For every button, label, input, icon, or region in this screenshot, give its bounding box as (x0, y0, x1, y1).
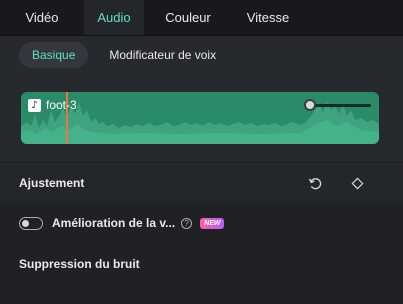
voice-enhancement-label: Amélioration de la v... (52, 216, 176, 230)
diamond-graphic (351, 177, 363, 189)
panel-footer (0, 286, 403, 304)
keyframe-diamond-icon[interactable] (347, 173, 367, 193)
volume-slider-track[interactable] (311, 104, 371, 107)
adjustment-actions (305, 173, 367, 193)
clip-name-label: foot-3 (46, 98, 77, 112)
new-badge: NEW (200, 217, 225, 229)
toggle-knob (22, 219, 29, 227)
help-circle-icon[interactable]: ? (181, 217, 193, 229)
tab-audio[interactable]: Audio (84, 0, 144, 35)
property-tabs: Vidéo Audio Couleur Vitesse (0, 0, 403, 36)
adjustment-row[interactable]: Ajustement (0, 163, 403, 203)
music-note-icon: ♪ (28, 98, 41, 112)
reset-icon-graphic (308, 177, 321, 189)
clip-title: ♪ foot-3 (28, 98, 77, 112)
voice-enhancement-row: Amélioration de la v... ? NEW (0, 205, 403, 241)
adjustment-label: Ajustement (19, 176, 85, 190)
noise-removal-row[interactable]: Suppression du bruit (0, 244, 403, 284)
subtab-basic[interactable]: Basique (19, 42, 89, 68)
audio-basic-panel: Basique Modificateur de voix ♪ foot-3 (0, 36, 403, 161)
subtab-voice-changer[interactable]: Modificateur de voix (96, 42, 229, 68)
audio-subtabs: Basique Modificateur de voix (19, 42, 229, 68)
voice-enhancement-toggle[interactable] (19, 216, 43, 230)
reset-icon[interactable] (305, 173, 325, 193)
volume-slider-handle[interactable] (304, 99, 316, 111)
audio-waveform[interactable]: ♪ foot-3 (21, 92, 379, 144)
audio-properties-panel: Vidéo Audio Couleur Vitesse Basique Modi… (0, 0, 403, 304)
noise-removal-label: Suppression du bruit (19, 257, 140, 271)
tab-speed[interactable]: Vitesse (232, 0, 304, 35)
tab-color[interactable]: Couleur (144, 0, 232, 35)
tab-video[interactable]: Vidéo (0, 0, 84, 35)
